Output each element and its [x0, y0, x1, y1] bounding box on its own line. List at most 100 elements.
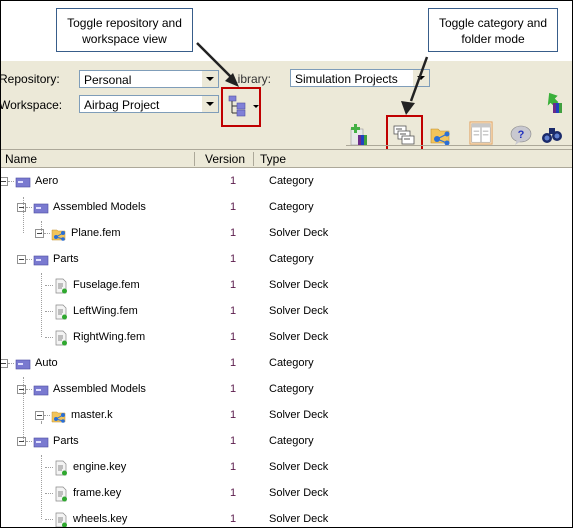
category-icon: [33, 200, 49, 216]
tree-connector: [45, 493, 53, 494]
tree-item-type: Category: [269, 383, 314, 395]
help-icon: ?: [510, 125, 532, 145]
document-icon: [53, 304, 69, 320]
tree-item-version: 1: [230, 305, 237, 317]
tree-row[interactable]: Assembled Models 1 Category: [1, 377, 572, 403]
document-icon: [53, 278, 69, 294]
import-library-button[interactable]: [541, 91, 565, 115]
tree-row[interactable]: Auto 1 Category: [1, 351, 572, 377]
help-button[interactable]: ?: [509, 123, 533, 147]
highlight-box-tree-toggle: [221, 87, 261, 127]
tree-item-name[interactable]: Parts: [53, 435, 79, 447]
tree-connector: [41, 455, 42, 519]
tree-item-name[interactable]: frame.key: [73, 487, 121, 499]
add-library-button[interactable]: [348, 123, 372, 147]
tree-item-name[interactable]: Parts: [53, 253, 79, 265]
tree-item-name[interactable]: LeftWing.fem: [73, 305, 138, 317]
toolbar-panel: Repository: Personal Workspace: Airbag P…: [0, 61, 572, 151]
tree-item-type: Category: [269, 201, 314, 213]
tree-item-name[interactable]: Fuselage.fem: [73, 279, 140, 291]
tree-connector: [44, 415, 50, 416]
workspace-select[interactable]: Airbag Project: [79, 95, 219, 113]
tree-item-name[interactable]: engine.key: [73, 461, 126, 473]
document-icon: [53, 330, 69, 346]
tree-item-name[interactable]: Assembled Models: [53, 201, 146, 213]
svg-text:?: ?: [518, 129, 525, 141]
tree-row[interactable]: Plane.fem 1 Solver Deck: [1, 221, 572, 247]
column-divider[interactable]: [194, 152, 195, 166]
tree-connector: [41, 421, 42, 423]
callout-toggle-category: Toggle category and folder mode: [428, 8, 558, 52]
collapse-toggle-icon[interactable]: [35, 229, 44, 238]
tree-row[interactable]: RightWing.fem 1 Solver Deck: [1, 325, 572, 351]
collapse-toggle-icon[interactable]: [1, 177, 8, 186]
chevron-down-icon[interactable]: [201, 71, 218, 87]
tree-connector: [45, 285, 53, 286]
tree-item-version: 1: [230, 253, 237, 265]
tree-item-version: 1: [230, 383, 237, 395]
repository-value: Personal: [84, 73, 132, 87]
tree-item-name[interactable]: Plane.fem: [71, 227, 121, 239]
tree-row[interactable]: master.k 1 Solver Deck: [1, 403, 572, 429]
tree-connector: [45, 467, 53, 468]
column-divider[interactable]: [253, 152, 254, 166]
tree-connector: [41, 273, 42, 337]
column-header-version[interactable]: Version: [205, 152, 245, 166]
column-header-name[interactable]: Name: [5, 152, 37, 166]
tree-item-name[interactable]: wheels.key: [73, 513, 127, 525]
tree-row[interactable]: Assembled Models 1 Category: [1, 195, 572, 221]
toolbar-divider: [346, 145, 572, 146]
tree-item-name[interactable]: Auto: [35, 357, 58, 369]
tree-item-type: Category: [269, 357, 314, 369]
tree-item-name[interactable]: Assembled Models: [53, 383, 146, 395]
callout-toggle-repository: Toggle repository and workspace view: [56, 8, 193, 52]
tree-item-type: Category: [269, 435, 314, 447]
tree-row[interactable]: Parts 1 Category: [1, 247, 572, 273]
tree-item-type: Solver Deck: [269, 279, 329, 291]
workspace-label: Workspace:: [0, 98, 63, 112]
library-value: Simulation Projects: [295, 72, 398, 86]
layout-panel-icon: [469, 121, 493, 145]
tree-item-name[interactable]: master.k: [71, 409, 113, 421]
column-header-type[interactable]: Type: [260, 152, 286, 166]
library-select[interactable]: Simulation Projects: [290, 69, 430, 87]
tree-item-version: 1: [230, 331, 237, 343]
collapse-toggle-icon[interactable]: [17, 385, 26, 394]
tree-connector: [26, 389, 32, 390]
tree-connector: [41, 221, 42, 233]
collapse-toggle-icon[interactable]: [35, 411, 44, 420]
assembly-icon: [51, 226, 67, 242]
collapse-toggle-icon[interactable]: [17, 203, 26, 212]
tree-row[interactable]: Aero 1 Category: [1, 169, 572, 195]
tree-item-name[interactable]: RightWing.fem: [73, 331, 145, 343]
chevron-down-icon[interactable]: [201, 96, 218, 112]
folder-network-button[interactable]: [429, 123, 453, 147]
tree-connector: [26, 259, 32, 260]
tree-row[interactable]: Fuselage.fem 1 Solver Deck: [1, 273, 572, 299]
repository-label: Repository:: [0, 72, 60, 86]
tree-row[interactable]: engine.key 1 Solver Deck: [1, 455, 572, 481]
layout-panel-button[interactable]: [469, 121, 495, 147]
chevron-down-icon[interactable]: [412, 70, 429, 86]
collapse-toggle-icon[interactable]: [1, 359, 8, 368]
tree-item-version: 1: [230, 409, 237, 421]
tree-item-type: Category: [269, 253, 314, 265]
tree-item-version: 1: [230, 227, 237, 239]
tree-row[interactable]: LeftWing.fem 1 Solver Deck: [1, 299, 572, 325]
tree-item-version: 1: [230, 357, 237, 369]
collapse-toggle-icon[interactable]: [17, 437, 26, 446]
tree-item-type: Solver Deck: [269, 487, 329, 499]
search-button[interactable]: [540, 123, 564, 147]
tree-row[interactable]: wheels.key 1 Solver Deck: [1, 507, 572, 527]
tree-item-version: 1: [230, 435, 237, 447]
document-icon: [53, 512, 69, 527]
tree-connector: [44, 233, 50, 234]
tree-row[interactable]: frame.key 1 Solver Deck: [1, 481, 572, 507]
repository-select[interactable]: Personal: [79, 70, 219, 88]
folder-network-icon: [430, 128, 450, 146]
tree-row[interactable]: Parts 1 Category: [1, 429, 572, 455]
collapse-toggle-icon[interactable]: [17, 255, 26, 264]
tree-connector: [23, 377, 24, 441]
tree-item-name[interactable]: Aero: [35, 175, 58, 187]
tree-connector: [26, 207, 32, 208]
